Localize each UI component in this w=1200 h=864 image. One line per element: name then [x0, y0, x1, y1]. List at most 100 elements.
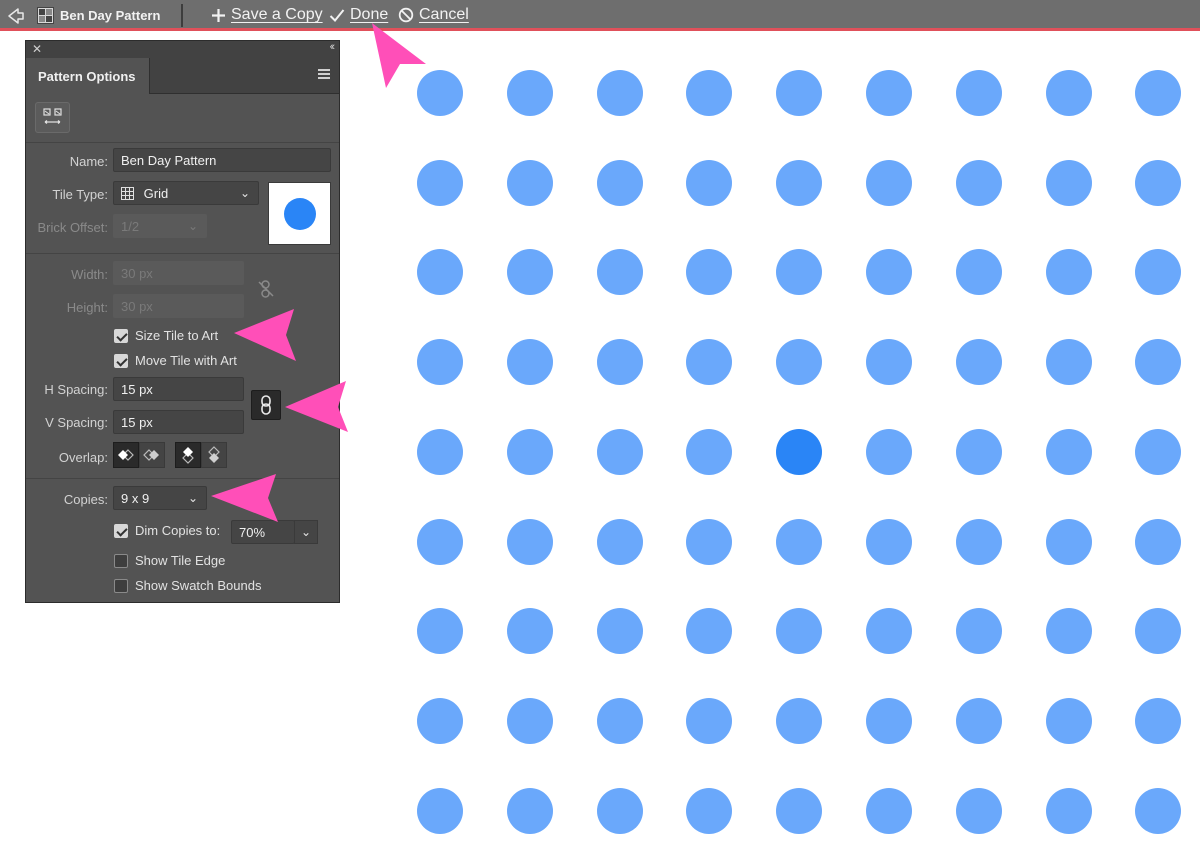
- pattern-copy-dot: [506, 339, 553, 386]
- chevron-down-icon: ⌄: [239, 186, 250, 200]
- pattern-copy-dot: [596, 339, 643, 386]
- pattern-copy-dot: [506, 159, 553, 206]
- pattern-copy-dot: [866, 608, 912, 655]
- pattern-copy-dot: [686, 787, 733, 834]
- dim-copies-dropdown[interactable]: ⌄: [294, 520, 318, 544]
- pattern-copy-dot: [596, 608, 643, 655]
- pattern-edit-bar: Ben Day Pattern Save a Copy Done Cancel: [0, 0, 1200, 31]
- save-a-copy-label: Save a Copy: [231, 6, 323, 23]
- close-icon[interactable]: ✕: [32, 42, 42, 56]
- size-tile-to-art-checkbox[interactable]: Size Tile to Art: [114, 328, 218, 343]
- pattern-copy-dot: [506, 697, 553, 744]
- pattern-copy-dot: [776, 249, 823, 296]
- pattern-copy-dot: [506, 518, 553, 565]
- show-swatch-bounds-checkbox[interactable]: Show Swatch Bounds: [114, 578, 261, 593]
- pattern-copy-dot: [1045, 608, 1092, 655]
- copies-select[interactable]: 9 x 9 ⌄: [113, 486, 207, 510]
- show-swatch-bounds-check[interactable]: [114, 578, 128, 593]
- pattern-copy-dot: [417, 697, 463, 744]
- brick-offset-value: 1/2: [121, 219, 140, 234]
- pattern-copy-dot: [1135, 787, 1182, 834]
- overlap-bottom-front-icon: [208, 446, 220, 463]
- tile-type-select[interactable]: Grid ⌄: [113, 181, 259, 205]
- pattern-copy-dot: [955, 518, 1002, 565]
- bottom-in-front-button[interactable]: [201, 442, 227, 468]
- annotation-arrow-done: [372, 23, 426, 88]
- panel-titlebar[interactable]: ✕ ‹‹: [26, 41, 339, 58]
- pattern-copy-dot: [596, 518, 643, 565]
- plus-icon: [212, 8, 225, 22]
- panel-divider: [26, 253, 339, 254]
- height-label: Height:: [66, 300, 108, 315]
- show-tile-edge-checkbox[interactable]: Show Tile Edge: [114, 553, 225, 568]
- move-tile-with-art-check[interactable]: [114, 353, 128, 368]
- pattern-copy-dot: [686, 608, 733, 655]
- dim-copies-check[interactable]: [114, 523, 128, 538]
- v-spacing-label: V Spacing:: [45, 415, 108, 430]
- pattern-copy-dot: [686, 518, 733, 565]
- left-in-front-button[interactable]: [113, 442, 139, 468]
- collapse-panel-icon[interactable]: ‹‹: [330, 41, 336, 53]
- tile-type-value: Grid: [143, 186, 169, 201]
- pattern-copy-dot: [596, 697, 643, 744]
- back-arrow-icon[interactable]: [4, 5, 26, 27]
- chevron-down-icon: ⌄: [300, 525, 312, 539]
- pattern-copy-dot: [417, 159, 463, 206]
- pattern-tile-dot[interactable]: [776, 428, 823, 475]
- pattern-copy-dot: [1045, 339, 1092, 386]
- pattern-copy-dot: [417, 608, 463, 655]
- link-spacing-button[interactable]: [251, 390, 281, 420]
- brick-offset-label: Brick Offset:: [37, 220, 108, 235]
- pattern-copy-dot: [686, 70, 733, 116]
- pattern-copy-dot: [506, 787, 553, 834]
- pattern-copy-dot: [506, 70, 553, 116]
- top-in-front-button[interactable]: [175, 442, 201, 468]
- panel-divider: [26, 478, 339, 479]
- save-a-copy-button[interactable]: Save a Copy: [211, 4, 323, 26]
- pattern-tile-tool-icon: [43, 108, 62, 124]
- pattern-copy-dot: [417, 339, 463, 386]
- width-label: Width:: [71, 267, 108, 282]
- pattern-copy-dot: [596, 159, 643, 206]
- pattern-copy-dot: [1135, 339, 1182, 386]
- pattern-copy-dot: [1045, 697, 1092, 744]
- h-spacing-field[interactable]: 15 px: [113, 377, 244, 401]
- pattern-copy-dot: [866, 249, 912, 296]
- pattern-copy-dot: [776, 608, 823, 655]
- panel-divider: [26, 142, 339, 143]
- overlap-right-front-icon: [143, 449, 159, 461]
- pattern-copy-dot: [596, 249, 643, 296]
- panel-menu-icon[interactable]: [318, 69, 330, 79]
- pattern-copy-dot: [1045, 159, 1092, 206]
- pattern-copy-dot: [1045, 428, 1092, 475]
- chevron-down-icon: ⌄: [187, 219, 198, 233]
- pattern-copy-dot: [1135, 428, 1182, 475]
- dim-copies-checkbox[interactable]: Dim Copies to:: [114, 523, 220, 538]
- pattern-copy-dot: [955, 787, 1002, 834]
- move-tile-with-art-checkbox[interactable]: Move Tile with Art: [114, 353, 237, 368]
- pattern-copy-dot: [1135, 697, 1182, 744]
- show-tile-edge-check[interactable]: [114, 553, 128, 568]
- toolbar-separator: [181, 4, 183, 27]
- pattern-copy-dot: [417, 428, 463, 475]
- checkmark-icon: [329, 8, 345, 22]
- pattern-copy-dot: [955, 70, 1002, 116]
- brick-offset-select: 1/2 ⌄: [113, 214, 207, 238]
- name-field[interactable]: Ben Day Pattern: [113, 148, 331, 172]
- height-field: 30 px: [113, 294, 244, 318]
- pattern-copy-dot: [955, 249, 1002, 296]
- pattern-copy-dot: [417, 518, 463, 565]
- right-in-front-button[interactable]: [139, 442, 165, 468]
- grid-icon: [121, 187, 134, 200]
- tab-pattern-options[interactable]: Pattern Options: [26, 58, 150, 94]
- size-tile-to-art-check[interactable]: [114, 328, 128, 343]
- pattern-tile-tool-button[interactable]: [35, 102, 70, 133]
- copies-value: 9 x 9: [121, 491, 150, 506]
- width-field: 30 px: [113, 261, 244, 285]
- pattern-copy-dot: [866, 70, 912, 116]
- artboard-canvas[interactable]: [340, 34, 1200, 864]
- pattern-copy-dot: [1045, 787, 1092, 834]
- pattern-copy-dot: [866, 428, 912, 475]
- show-tile-edge-label: Show Tile Edge: [135, 553, 226, 568]
- v-spacing-field[interactable]: 15 px: [113, 410, 244, 434]
